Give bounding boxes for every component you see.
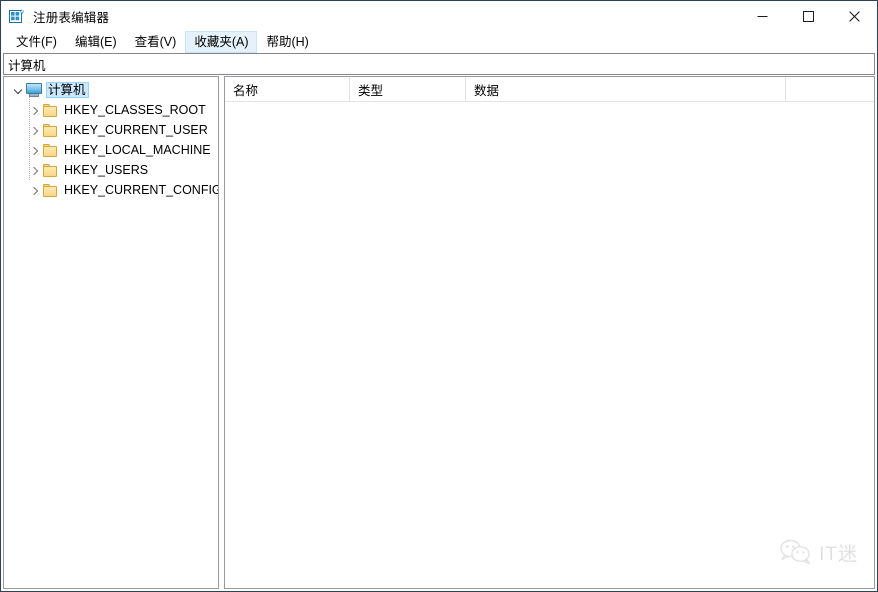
menu-item-help[interactable]: 帮助(H) — [257, 31, 317, 53]
menu-item-edit[interactable]: 编辑(E) — [66, 31, 126, 53]
close-button[interactable] — [831, 1, 877, 31]
registry-tree-pane[interactable]: 计算机 HKEY_CLASSES_ROOT HKEY_CURRENT_USER — [3, 76, 218, 589]
chevron-right-icon[interactable] — [26, 106, 42, 115]
tree-node-label: 计算机 — [46, 82, 89, 98]
column-header-type[interactable]: 类型 — [350, 77, 466, 101]
column-header-name[interactable]: 名称 — [225, 77, 350, 101]
tree-node-hkey-users[interactable]: HKEY_USERS — [4, 160, 218, 180]
tree-node-hkey-classes-root[interactable]: HKEY_CLASSES_ROOT — [4, 100, 218, 120]
tree-node-label: HKEY_CURRENT_CONFIG — [64, 183, 218, 197]
tree-node-hkey-current-config[interactable]: HKEY_CURRENT_CONFIG — [4, 180, 218, 200]
values-list-body[interactable] — [225, 102, 874, 588]
registry-editor-icon — [9, 8, 25, 24]
chevron-down-icon[interactable] — [10, 86, 26, 95]
menu-item-file[interactable]: 文件(F) — [7, 31, 66, 53]
minimize-button[interactable] — [739, 1, 785, 31]
chevron-right-icon[interactable] — [26, 186, 42, 195]
title-bar[interactable]: 注册表编辑器 — [1, 1, 877, 31]
registry-editor-window: 注册表编辑器 文件(F) 编辑(E) 查看(V) 收藏夹(A) 帮助(H) 计算… — [0, 0, 878, 592]
pane-splitter[interactable] — [218, 76, 225, 589]
tree-node-label: HKEY_CURRENT_USER — [64, 123, 208, 137]
column-header-data[interactable]: 数据 — [466, 77, 786, 101]
menu-item-favorites[interactable]: 收藏夹(A) — [185, 31, 258, 53]
tree-node-hkey-current-user[interactable]: HKEY_CURRENT_USER — [4, 120, 218, 140]
tree-node-computer[interactable]: 计算机 — [4, 80, 218, 100]
address-path-text[interactable]: 计算机 — [4, 55, 46, 74]
chevron-right-icon[interactable] — [26, 146, 42, 155]
column-header-filler — [786, 77, 874, 101]
chevron-right-icon[interactable] — [26, 166, 42, 175]
chevron-right-icon[interactable] — [26, 126, 42, 135]
folder-icon — [42, 123, 58, 137]
list-column-header: 名称 类型 数据 — [225, 77, 874, 102]
window-title: 注册表编辑器 — [33, 10, 110, 25]
folder-icon — [42, 163, 58, 177]
tree-node-hkey-local-machine[interactable]: HKEY_LOCAL_MACHINE — [4, 140, 218, 160]
menu-item-view[interactable]: 查看(V) — [126, 31, 186, 53]
folder-icon — [42, 103, 58, 117]
tree-node-label: HKEY_LOCAL_MACHINE — [64, 143, 211, 157]
folder-icon — [42, 143, 58, 157]
maximize-button[interactable] — [785, 1, 831, 31]
window-controls — [739, 1, 877, 31]
tree-node-label: HKEY_CLASSES_ROOT — [64, 103, 206, 117]
registry-values-pane[interactable]: 名称 类型 数据 IT迷 — [225, 76, 875, 589]
menu-bar: 文件(F) 编辑(E) 查看(V) 收藏夹(A) 帮助(H) — [1, 31, 877, 53]
monitor-icon — [26, 83, 42, 97]
folder-icon — [42, 183, 58, 197]
address-bar[interactable]: 计算机 — [3, 53, 875, 75]
tree-node-label: HKEY_USERS — [64, 163, 149, 177]
main-content: 计算机 HKEY_CLASSES_ROOT HKEY_CURRENT_USER — [3, 76, 875, 589]
